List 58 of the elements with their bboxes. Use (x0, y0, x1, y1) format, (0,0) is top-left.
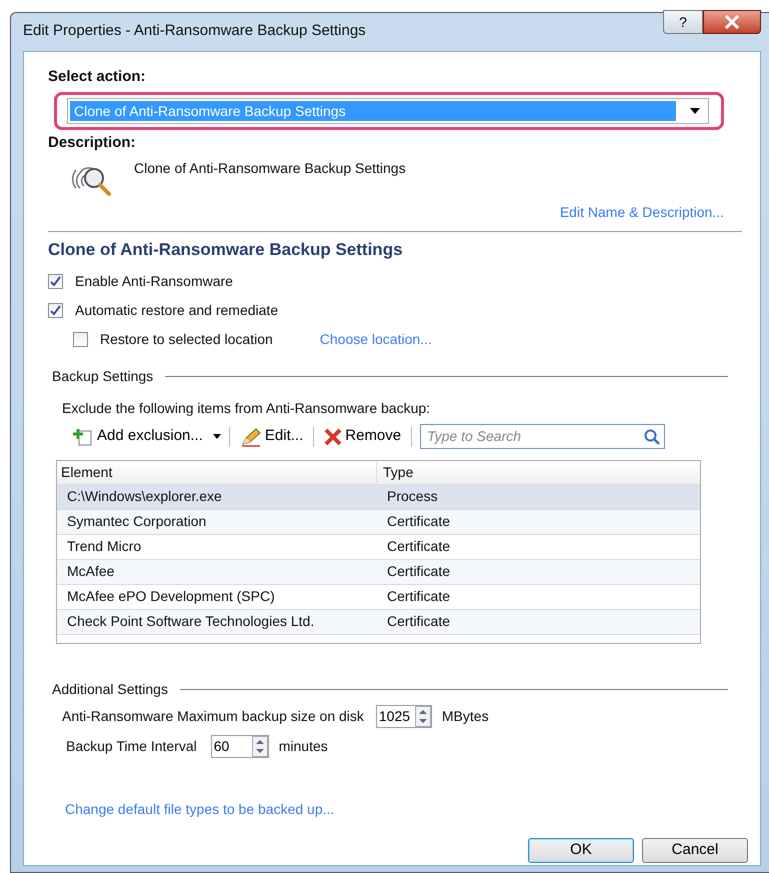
search-icon (644, 428, 660, 444)
checkbox[interactable] (73, 332, 88, 346)
checkbox-label: Automatic restore and remediate (75, 300, 278, 320)
field-label: Backup Time Interval (66, 737, 197, 756)
table-cell-text: Symantec Corporation (66, 512, 208, 531)
table-cell-text: Trend Micro (66, 537, 142, 556)
search-box[interactable]: Type to Search (420, 424, 666, 449)
table-cell-text: Certificate (386, 587, 452, 606)
choose-location-link[interactable]: Choose location... (320, 328, 432, 350)
window-title: Edit Properties - Anti-Ransomware Backup Settings (23, 20, 366, 41)
field-label: Select action: (48, 67, 147, 87)
close-icon (724, 15, 740, 29)
column-header[interactable]: Type (377, 462, 700, 482)
table-cell-text: C:\Windows\explorer.exe (66, 487, 223, 506)
caret-icon[interactable] (212, 434, 221, 439)
checkbox-label: Enable Anti-Ransomware (75, 272, 233, 290)
remove-button[interactable]: Remove (322, 425, 404, 448)
column-header[interactable]: Element (57, 462, 377, 482)
cancel-button[interactable]: Cancel (642, 838, 748, 862)
table-row[interactable]: Symantec Corporation Certificate (57, 510, 700, 534)
field-label: Description: (48, 132, 137, 152)
x-icon (324, 428, 342, 446)
section-heading: Clone of Anti-Ransomware Backup Settings (48, 239, 404, 261)
table-cell-text: Check Point Software Technologies Ltd. (66, 612, 316, 631)
spin-arrows-icon[interactable] (252, 736, 268, 757)
table-cell-text: Process (386, 487, 439, 506)
instruction-text: Exclude the following items from Anti-Ransomware backup: (62, 398, 432, 418)
number-spinner[interactable]: 60 (210, 735, 269, 758)
group-title: Additional Settings (52, 680, 168, 699)
checkbox[interactable] (48, 274, 63, 288)
edit-button[interactable]: Edit... (238, 425, 306, 448)
table-cell-text: McAfee ePO Development (SPC) (66, 587, 276, 606)
table-row[interactable]: C:\Windows\explorer.exe Process (57, 484, 700, 510)
table-row[interactable]: McAfee Certificate (57, 560, 700, 584)
unit-label: minutes (278, 737, 328, 756)
ok-button[interactable]: OK (528, 838, 634, 862)
table-row[interactable]: Check Point Software Technologies Ltd. Certificate (57, 610, 700, 634)
help-button[interactable]: ? (663, 10, 703, 34)
table-cell-text: Certificate (386, 537, 452, 556)
spin-arrows-icon[interactable] (414, 706, 431, 727)
pencil-icon (240, 426, 262, 446)
add-page-icon (72, 426, 94, 446)
table-cell-text: Certificate (386, 512, 452, 531)
description-text: Clone of Anti-Ransomware Backup Settings (134, 159, 406, 178)
checkbox[interactable] (48, 302, 63, 318)
close-button[interactable] (703, 10, 761, 34)
number-spinner[interactable]: 1025 (376, 705, 432, 728)
field-label: Anti-Ransomware Maximum backup size on disk (62, 707, 364, 726)
table-cell-text: Certificate (386, 562, 452, 581)
table-cell-text: Certificate (386, 612, 452, 631)
caret-icon (690, 108, 700, 114)
checkbox-label: Restore to selected location (100, 330, 273, 348)
unit-label: MBytes (442, 707, 489, 726)
add-button[interactable]: Add exclusion... (70, 425, 205, 448)
file-types-link[interactable]: Change default file types to be backed up... (65, 798, 334, 820)
table-cell-text: McAfee (66, 562, 116, 581)
group-title: Backup Settings (52, 366, 154, 386)
edit-link[interactable]: Edit Name & Description... (560, 202, 724, 223)
